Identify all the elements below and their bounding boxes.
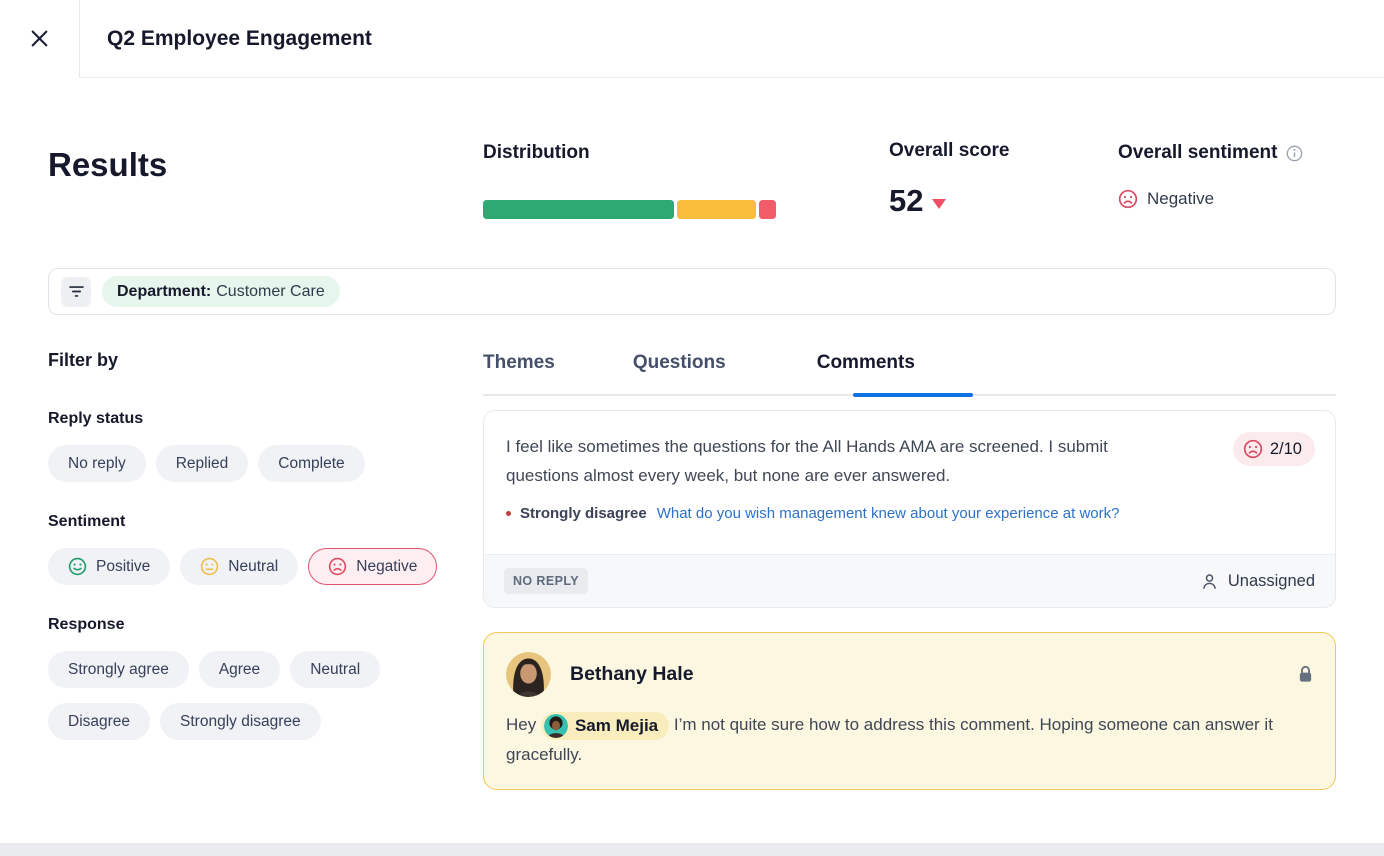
distribution-segment-positive bbox=[483, 200, 674, 219]
pill-complete[interactable]: Complete bbox=[258, 445, 364, 482]
smile-face-icon bbox=[68, 557, 87, 576]
status-badge: NO REPLY bbox=[504, 568, 588, 594]
overall-score-label: Overall score bbox=[889, 140, 1009, 162]
sentiment-group-label: Sentiment bbox=[48, 513, 458, 531]
distribution-block: Distribution bbox=[483, 142, 776, 219]
question-link[interactable]: What do you wish management knew about y… bbox=[657, 505, 1120, 522]
tab-comments[interactable]: Comments bbox=[817, 352, 915, 374]
avatar bbox=[506, 652, 551, 697]
pill-agree[interactable]: Agree bbox=[199, 651, 280, 688]
department-chip-value: Customer Care bbox=[216, 283, 324, 301]
distribution-segment-negative bbox=[759, 200, 776, 219]
response-bullet-icon bbox=[506, 511, 511, 516]
sad-face-icon bbox=[328, 557, 347, 576]
pill-negative-label: Negative bbox=[356, 558, 417, 576]
pill-strongly-agree[interactable]: Strongly agree bbox=[48, 651, 189, 688]
results-tabs: Themes Questions Comments bbox=[483, 352, 1336, 396]
pill-neutral-response[interactable]: Neutral bbox=[290, 651, 380, 688]
info-icon[interactable] bbox=[1286, 145, 1303, 162]
neutral-face-icon bbox=[200, 557, 219, 576]
comment-response-label: Strongly disagree bbox=[520, 505, 647, 522]
pill-strongly-disagree[interactable]: Strongly disagree bbox=[160, 703, 321, 740]
page-title: Q2 Employee Engagement bbox=[107, 27, 372, 51]
results-heading: Results bbox=[48, 146, 167, 184]
reply-author-name: Bethany Hale bbox=[570, 663, 694, 686]
tab-themes[interactable]: Themes bbox=[483, 352, 555, 374]
comment-card: I feel like sometimes the questions for … bbox=[483, 410, 1336, 608]
filter-panel-title: Filter by bbox=[48, 350, 458, 371]
mention-avatar bbox=[544, 714, 568, 738]
response-pills: Strongly agree Agree Neutral Disagree St… bbox=[48, 651, 438, 740]
comment-footer: NO REPLY Unassigned bbox=[484, 554, 1335, 607]
reply-message-prefix: Hey bbox=[506, 715, 536, 734]
filter-panel: Filter by Reply status No reply Replied … bbox=[48, 350, 458, 771]
comment-text: I feel like sometimes the questions for … bbox=[506, 432, 1151, 490]
comment-score-value: 2/10 bbox=[1270, 440, 1302, 459]
overall-sentiment-label: Overall sentiment bbox=[1118, 142, 1277, 164]
bottom-strip bbox=[0, 843, 1384, 856]
pill-neutral-sentiment[interactable]: Neutral bbox=[180, 548, 298, 585]
reply-card: Bethany Hale Hey bbox=[483, 632, 1336, 790]
pill-disagree[interactable]: Disagree bbox=[48, 703, 150, 740]
person-icon bbox=[1200, 572, 1219, 591]
distribution-segment-neutral bbox=[677, 200, 755, 219]
pill-positive-label: Positive bbox=[96, 558, 150, 576]
overall-sentiment-value: Negative bbox=[1147, 189, 1214, 209]
pill-no-reply[interactable]: No reply bbox=[48, 445, 146, 482]
sentiment-pills: Positive Neutral Negative bbox=[48, 548, 458, 585]
pill-positive[interactable]: Positive bbox=[48, 548, 170, 585]
comment-score-badge: 2/10 bbox=[1233, 432, 1315, 466]
assignee-control[interactable]: Unassigned bbox=[1200, 572, 1315, 591]
filter-bar[interactable]: Department: Customer Care bbox=[48, 268, 1336, 315]
tab-questions[interactable]: Questions bbox=[633, 352, 726, 374]
close-icon bbox=[29, 28, 50, 49]
pill-replied[interactable]: Replied bbox=[156, 445, 249, 482]
pill-negative[interactable]: Negative bbox=[308, 548, 437, 585]
assignee-label: Unassigned bbox=[1228, 572, 1315, 591]
overall-sentiment-block: Overall sentiment Negative bbox=[1118, 142, 1303, 209]
response-group-label: Response bbox=[48, 616, 458, 634]
reply-status-group-label: Reply status bbox=[48, 410, 458, 428]
distribution-label: Distribution bbox=[483, 142, 776, 164]
sad-face-icon bbox=[1118, 189, 1138, 209]
score-trend-down-icon bbox=[932, 199, 946, 209]
filter-icon bbox=[68, 285, 85, 298]
active-tab-indicator bbox=[853, 393, 973, 397]
mention-chip[interactable]: Sam Mejia bbox=[541, 712, 669, 740]
reply-message: Hey Sam Mejia I’m not quite sure bbox=[506, 710, 1313, 770]
pill-neutral-sentiment-label: Neutral bbox=[228, 558, 278, 576]
sad-face-icon bbox=[1243, 439, 1263, 459]
filter-icon-box bbox=[61, 277, 91, 307]
survey-results-page: Q2 Employee Engagement Results Distribut… bbox=[0, 0, 1384, 856]
top-bar: Q2 Employee Engagement bbox=[0, 0, 1384, 78]
distribution-bar bbox=[483, 200, 776, 219]
lock-icon bbox=[1298, 665, 1313, 684]
overall-score-block: Overall score 52 bbox=[889, 140, 1009, 219]
mention-name: Sam Mejia bbox=[575, 716, 658, 736]
reply-status-pills: No reply Replied Complete bbox=[48, 445, 458, 482]
overall-score-value: 52 bbox=[889, 183, 923, 219]
department-chip-label: Department: bbox=[117, 283, 211, 301]
department-filter-chip[interactable]: Department: Customer Care bbox=[102, 276, 340, 307]
close-button[interactable] bbox=[0, 0, 80, 78]
tab-track bbox=[483, 394, 1336, 396]
